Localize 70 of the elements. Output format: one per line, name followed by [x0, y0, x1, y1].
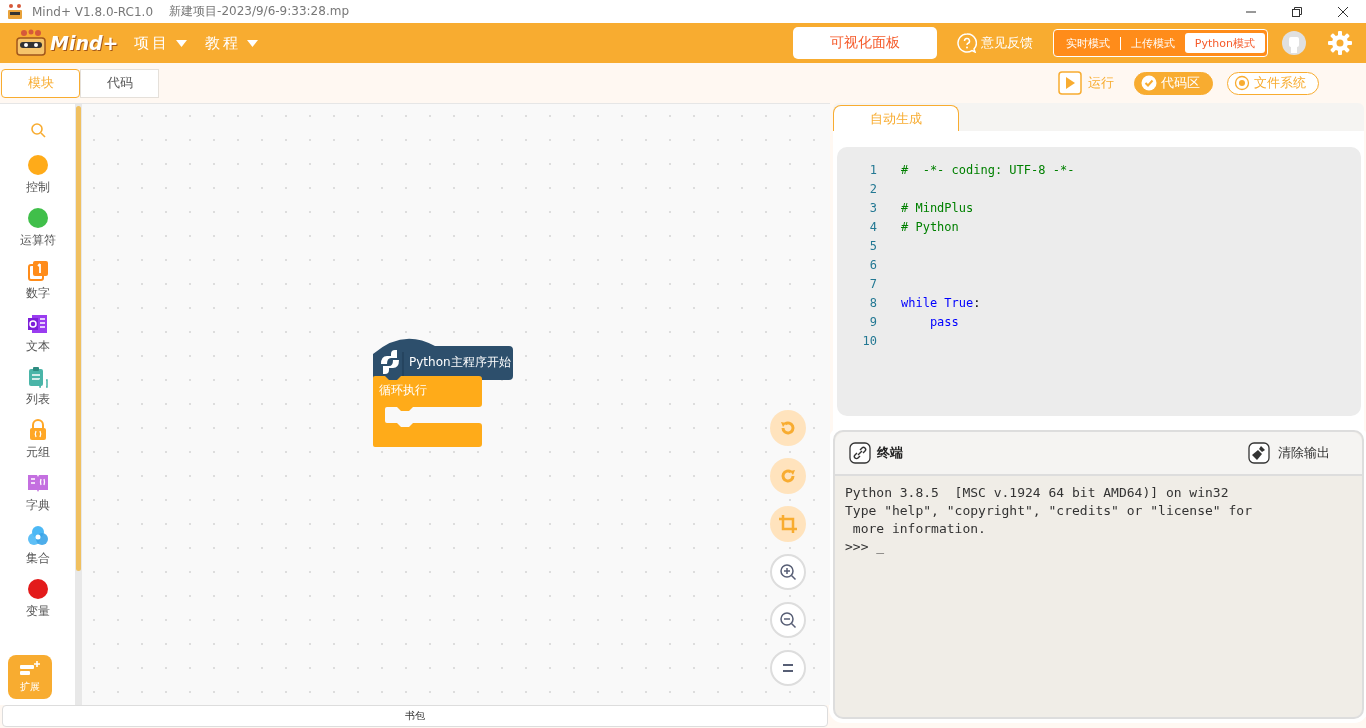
help-icon	[956, 33, 977, 53]
code-line: # Python	[901, 219, 959, 234]
clear-output-button[interactable]: 清除输出	[1242, 441, 1336, 465]
terminal-line: Python 3.8.5 [MSC v.1924 64 bit AMD64)] on win32	[845, 484, 1230, 502]
settings-icon[interactable]	[1328, 31, 1352, 55]
category-item[interactable]: 数字	[25, 260, 50, 313]
terminal-line: more information.	[851, 520, 987, 538]
undo-icon	[779, 419, 797, 437]
category-item[interactable]: 控制	[25, 154, 50, 207]
document-icon	[26, 313, 49, 335]
code-line: while True:	[901, 295, 981, 310]
caret-icon	[176, 39, 188, 47]
blocks-icon	[19, 660, 41, 678]
crop-button[interactable]	[770, 506, 806, 542]
block-canvas[interactable]: Python主程序开始 循环执行	[82, 104, 830, 705]
robot-icon	[6, 3, 24, 20]
category-item[interactable]: 集合	[25, 525, 50, 578]
book-icon	[26, 472, 49, 494]
equals-icon	[782, 663, 794, 673]
window-title: Mind+ V1.8.0-RC1.0	[32, 4, 154, 19]
line-number: 1	[868, 162, 877, 177]
line-number: 7	[868, 276, 877, 291]
zoom-out-button[interactable]	[770, 602, 806, 638]
undo-button[interactable]	[770, 410, 806, 446]
block-label: 循环执行	[379, 382, 427, 399]
avatar-icon[interactable]	[1282, 31, 1306, 55]
zoom-in-button[interactable]	[770, 554, 806, 590]
reset-zoom-button[interactable]	[770, 650, 806, 686]
number-icon	[26, 260, 49, 282]
backpack-bar[interactable]: 书包	[2, 705, 828, 727]
category-item[interactable]: 变量	[25, 578, 50, 631]
crop-icon	[779, 515, 797, 533]
line-number: 3	[868, 200, 877, 215]
code-line: # -*- coding: UTF-8 -*-	[901, 162, 1075, 177]
code-line: pass	[928, 314, 959, 329]
caret-icon	[247, 39, 259, 47]
line-number: 10	[861, 333, 877, 348]
line-number: 9	[868, 314, 877, 329]
zoom-out-icon	[779, 611, 797, 629]
app-logo: Mind+	[50, 32, 119, 54]
file-name: 新建项目-2023/9/6-9:33:28.mp	[169, 3, 349, 20]
robot-icon	[14, 29, 48, 57]
clipboard-icon	[26, 366, 49, 388]
line-number: 4	[868, 219, 877, 234]
category-item[interactable]: 元组	[25, 419, 50, 472]
venn-icon	[26, 525, 49, 547]
line-number: 6	[868, 257, 877, 272]
category-item[interactable]: 字典	[25, 472, 50, 525]
radio-icon	[1234, 75, 1250, 91]
category-item[interactable]: 列表	[25, 366, 50, 419]
terminal-line: >>> _	[845, 538, 886, 556]
line-number: 5	[868, 238, 877, 253]
redo-button[interactable]	[770, 458, 806, 494]
block-label: Python主程序开始	[409, 354, 511, 371]
code-line: # MindPlus	[901, 200, 974, 215]
category-item[interactable]: 运算符	[19, 207, 56, 260]
check-icon	[1141, 75, 1157, 91]
play-icon	[1058, 71, 1082, 95]
redo-icon	[779, 467, 797, 485]
category-item[interactable]: 文本	[25, 313, 50, 366]
terminal-line: Type "help", "copyright", "credits" or "license" for	[845, 502, 1253, 520]
broom-icon	[1248, 442, 1270, 464]
link-icon	[849, 442, 871, 464]
view-tab[interactable]: 代码	[80, 68, 159, 98]
terminal-title: 终端	[877, 444, 903, 462]
line-number: 2	[868, 181, 877, 196]
zoom-in-icon	[779, 563, 797, 581]
code-editor[interactable]: 1 # -*- coding: UTF-8 -*- 2 3 # MindPlus 4 # Python 5 6 7 8 while True: 9 pass 10	[837, 147, 1361, 416]
search-icon[interactable]	[29, 122, 46, 138]
line-number: 8	[868, 295, 877, 310]
